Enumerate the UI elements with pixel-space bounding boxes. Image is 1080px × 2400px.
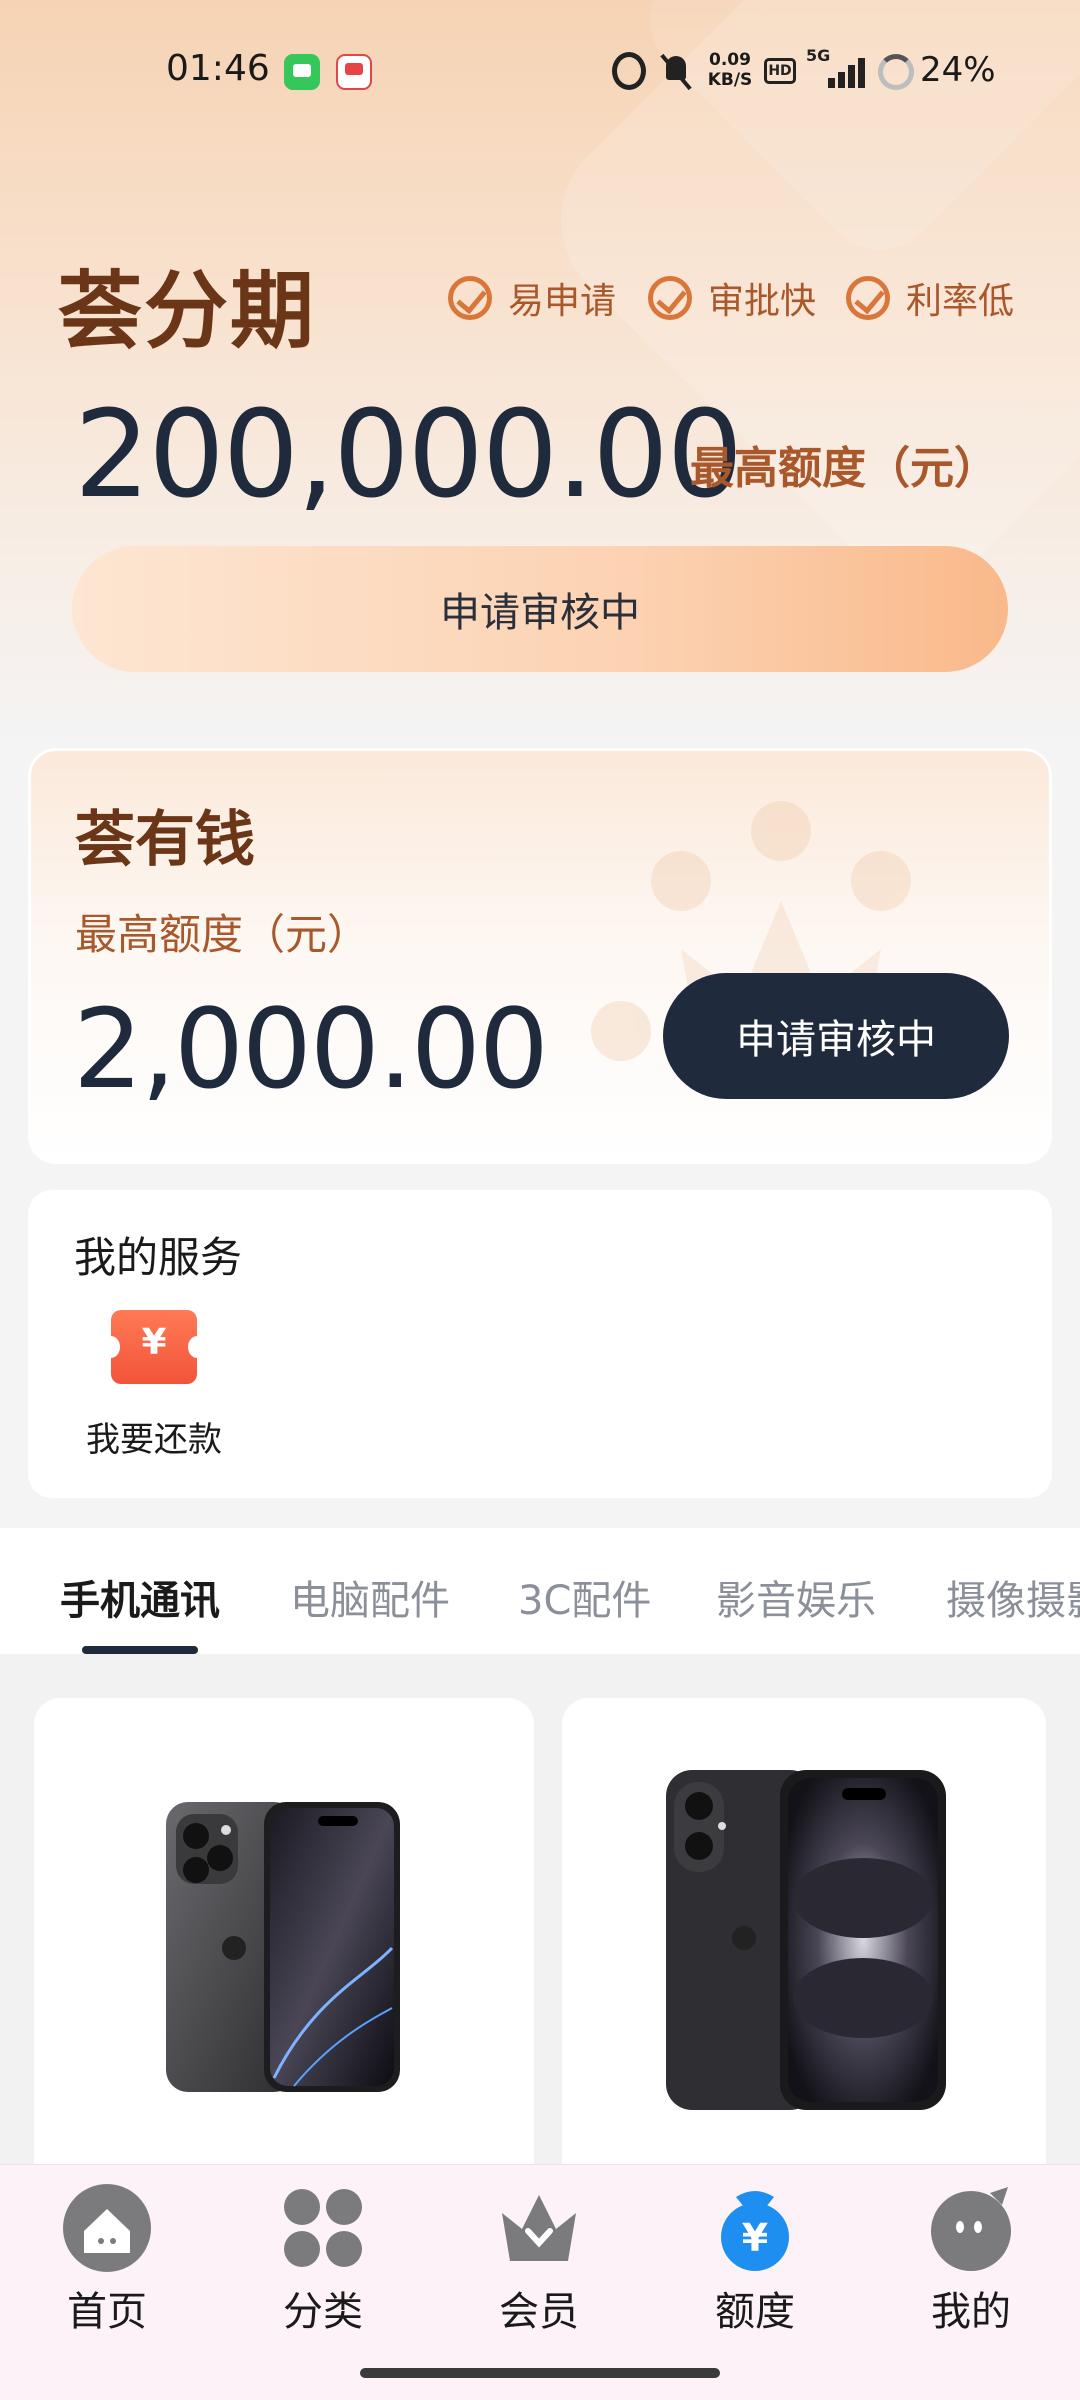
credit-icon: ¥ — [710, 2183, 800, 2273]
home-icon — [62, 2183, 152, 2273]
page-title: 荟分期 — [58, 262, 317, 360]
nav-label: 分类 — [283, 2289, 363, 2335]
active-tab-indicator — [82, 1646, 198, 1654]
feature-low-rate: 利率低 — [846, 272, 1014, 324]
profile-icon — [926, 2183, 1016, 2273]
check-icon — [448, 276, 492, 320]
feature-label: 利率低 — [906, 281, 1015, 322]
hd-icon: HD — [764, 58, 796, 84]
tab-audio-video[interactable]: 影音娱乐 — [716, 1568, 876, 1626]
feature-label: 审批快 — [708, 281, 817, 322]
battery-percentage: 24% — [920, 50, 996, 90]
nav-member[interactable]: 会员 — [474, 2183, 604, 2337]
loan-card[interactable]: 荟有钱 最高额度（元） 2,000.00 申请审核中 — [28, 748, 1052, 1164]
check-icon — [846, 276, 890, 320]
nav-category[interactable]: 分类 — [258, 2183, 388, 2337]
network-type: 5G — [806, 46, 831, 65]
product-card[interactable] — [562, 1698, 1046, 2218]
nav-home[interactable]: 首页 — [42, 2183, 172, 2337]
tab-3c-accessories[interactable]: 3C配件 — [518, 1568, 651, 1626]
nav-profile[interactable]: 我的 — [906, 2183, 1036, 2337]
health-app-icon — [336, 54, 372, 90]
network-speed-value: 0.09 — [709, 50, 751, 70]
repay-label: 我要还款 — [86, 1420, 222, 1460]
nav-label: 额度 — [715, 2289, 795, 2335]
tab-computer-accessories[interactable]: 电脑配件 — [290, 1568, 450, 1626]
message-app-icon — [284, 54, 320, 90]
repay-service-item[interactable]: ¥ 我要还款 — [84, 1310, 224, 1461]
product-card[interactable] — [34, 1698, 534, 2218]
feature-easy-apply: 易申请 — [448, 272, 616, 324]
nav-label: 我的 — [931, 2289, 1011, 2335]
nav-credit[interactable]: ¥ 额度 — [690, 2183, 820, 2337]
loan-card-title: 荟有钱 — [75, 805, 255, 875]
category-tabs: 手机通讯 电脑配件 3C配件 影音娱乐 摄像摄影 — [0, 1528, 1080, 1654]
battery-icon — [878, 54, 914, 90]
application-status-button[interactable]: 申请审核中 — [72, 546, 1008, 672]
network-speed-unit: KB/S — [707, 70, 753, 90]
services-title: 我的服务 — [74, 1233, 243, 1282]
max-credit-label: 最高额度（元） — [690, 443, 998, 494]
network-speed: 0.09 KB/S — [702, 50, 758, 90]
feature-fast-approval: 审批快 — [648, 272, 816, 324]
loan-card-amount: 2,000.00 — [73, 985, 549, 1113]
check-icon — [648, 276, 692, 320]
status-bar: 01:46 0.09 KB/S HD 5G 24% — [0, 0, 1080, 140]
nav-label: 首页 — [67, 2289, 147, 2335]
alarm-icon — [612, 52, 646, 90]
loan-status-button[interactable]: 申请审核中 — [663, 973, 1009, 1099]
bottom-navigation: 首页 分类 会员 ¥ 额度 我的 — [0, 2164, 1080, 2352]
signal-icon — [828, 56, 868, 88]
home-indicator[interactable] — [360, 2368, 720, 2378]
svg-text:¥: ¥ — [742, 2216, 768, 2260]
crown-icon — [494, 2183, 584, 2273]
mute-icon — [660, 52, 692, 90]
tab-mobile[interactable]: 手机通讯 — [60, 1568, 220, 1626]
tab-camera[interactable]: 摄像摄影 — [946, 1568, 1080, 1626]
max-credit-amount: 200,000.00 — [74, 386, 743, 525]
status-time: 01:46 — [166, 48, 270, 89]
phone-standard-image — [666, 1770, 946, 2110]
loan-card-limit-label: 最高额度（元） — [75, 910, 370, 959]
my-services-panel: 我的服务 ¥ 我要还款 — [28, 1190, 1052, 1498]
feature-label: 易申请 — [508, 281, 617, 322]
repay-coupon-icon: ¥ — [102, 1310, 206, 1384]
phone-pro-image — [166, 1802, 400, 2092]
nav-label: 会员 — [499, 2289, 579, 2335]
category-icon — [278, 2183, 368, 2273]
